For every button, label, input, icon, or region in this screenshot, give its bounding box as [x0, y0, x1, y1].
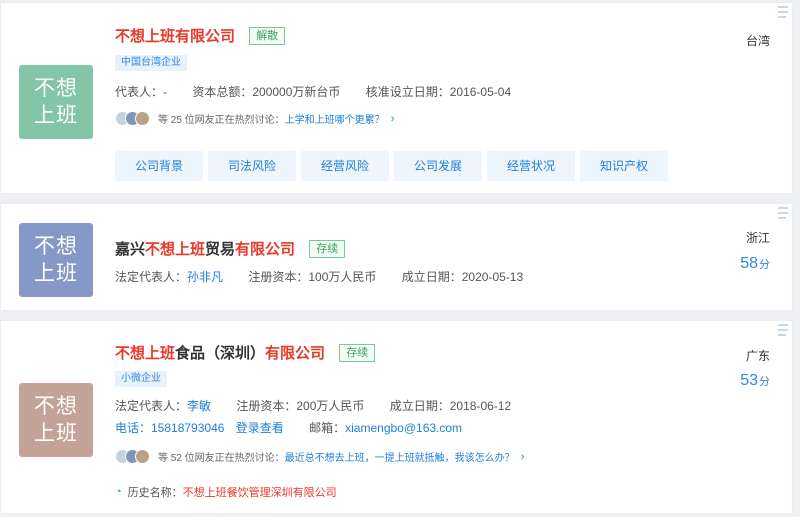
company-card[interactable]: 不想 上班 不想上班有限公司 解散 中国台湾企业 代表人：- 资本总额：20000… [0, 2, 793, 194]
founding-date: 成立日期：2020-05-13 [401, 270, 524, 284]
status-badge: 存续 [309, 240, 346, 258]
company-name-link[interactable]: 不想上班有限公司 [115, 28, 235, 45]
phone-number[interactable]: 电话：15818793046 [115, 421, 224, 435]
company-name-link[interactable]: 嘉兴不想上班贸易有限公司 存续 [115, 238, 346, 259]
history-name-row: ◔ 历史名称： 不想上班 餐饮管理深圳有限公司 [115, 486, 337, 499]
region-label: 浙江 [745, 231, 770, 245]
company-meta: 法定代表人：李敏 注册资本：200万人民币 成立日期：2018-06-12 [115, 399, 512, 413]
tab-intellectual-property[interactable]: 知识产权 [580, 151, 668, 181]
contact-row: 电话：15818793046 登录查看 邮箱：xiamengbo@163.com [115, 421, 463, 435]
tab-operating-status[interactable]: 经营状况 [487, 151, 575, 181]
history-icon: ◔ [115, 486, 122, 498]
chevron-right-icon: › [390, 112, 395, 125]
discussion-row[interactable]: 等 52 位网友正在热烈讨论： 最近总不想去上班，一提上班就抵触，我该怎么办？ … [115, 449, 524, 464]
company-tag: 中国台湾企业 [115, 55, 187, 71]
tab-operating-risk[interactable]: 经营风险 [301, 151, 389, 181]
tab-company-background[interactable]: 公司背景 [115, 151, 203, 181]
founding-date: 核准设立日期：2016-05-04 [365, 85, 512, 99]
company-card[interactable]: 不想 上班 不想上班食品（深圳）有限公司 存续 小微企业 法定代表人：李敏 注册资… [0, 320, 793, 514]
legal-rep: 代表人：- [115, 85, 167, 99]
company-logo: 不想 上班 [19, 223, 93, 297]
registered-capital: 注册资本：200万人民币 [236, 399, 365, 413]
company-name-link[interactable]: 不想上班食品（深圳）有限公司 存续 [115, 342, 376, 363]
company-logo: 不想 上班 [19, 65, 93, 139]
tab-legal-risk[interactable]: 司法风险 [208, 151, 296, 181]
legal-rep-link[interactable]: 李敏 [187, 399, 211, 413]
region-label: 台湾 [745, 34, 770, 48]
registered-capital: 注册资本：100万人民币 [248, 270, 377, 284]
company-score: 58分 [740, 255, 770, 272]
company-logo: 不想 上班 [19, 383, 93, 457]
company-meta: 代表人：- 资本总额：200000万新台币 核准设立日期：2016-05-04 [115, 83, 511, 100]
company-tabs: 公司背景 司法风险 经营风险 公司发展 经营状况 知识产权 [115, 151, 673, 181]
company-tag: 小微企业 [115, 371, 167, 387]
status-badge: 存续 [339, 344, 376, 362]
chevron-right-icon: › [520, 450, 525, 463]
login-to-view-link[interactable]: 登录查看 [236, 421, 284, 435]
status-badge: 解散 [249, 27, 286, 45]
discussion-topic-link[interactable]: 最近总不想去上班，一提上班就抵触，我该怎么办？ [285, 449, 515, 464]
company-meta: 法定代表人：孙非凡 注册资本：100万人民币 成立日期：2020-05-13 [115, 270, 524, 284]
email-link[interactable]: xiamengbo@163.com [345, 421, 462, 435]
company-result-list: 不想 上班 不想上班有限公司 解散 中国台湾企业 代表人：- 资本总额：20000… [0, 0, 800, 517]
registered-capital: 资本总额：200000万新台币 [192, 85, 341, 99]
founding-date: 成立日期：2018-06-12 [389, 399, 512, 413]
discussion-row[interactable]: 等 25 位网友正在热烈讨论： 上学和上班哪个更累？ › [115, 111, 394, 126]
company-score: 53分 [740, 372, 770, 389]
avatar-group [115, 449, 150, 464]
legal-rep-link[interactable]: 孙非凡 [187, 270, 223, 284]
company-card[interactable]: 不想 上班 嘉兴不想上班贸易有限公司 存续 法定代表人：孙非凡 注册资本：100万… [0, 203, 793, 311]
discussion-topic-link[interactable]: 上学和上班哪个更累？ [285, 111, 385, 126]
region-label: 广东 [745, 349, 770, 363]
tab-company-development[interactable]: 公司发展 [394, 151, 482, 181]
avatar-group [115, 111, 150, 126]
